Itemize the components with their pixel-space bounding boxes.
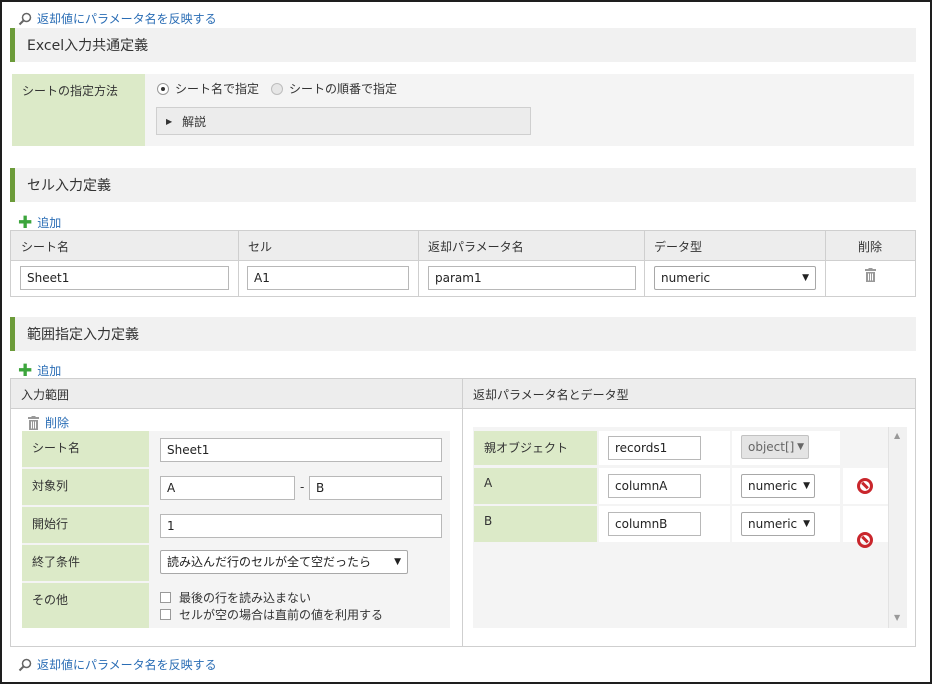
remove-param-a-icon[interactable] <box>857 478 873 494</box>
other-label: その他 <box>22 583 149 628</box>
radio-sheet-order-label: シートの順番で指定 <box>289 82 398 96</box>
radio-sheet-order[interactable] <box>271 82 284 95</box>
range-add-link[interactable]: ✚ 追加 <box>18 362 61 379</box>
col-separator: - <box>300 480 305 494</box>
return-param-header: 返却パラメータ名とデータ型 <box>473 388 629 402</box>
param-type-value: object[] <box>748 440 795 454</box>
plus-icon: ✚ <box>18 360 33 381</box>
end-cond-label: 終了条件 <box>22 545 149 581</box>
cell-sheet-input[interactable]: Sheet1 <box>20 266 229 290</box>
explanation-toggle[interactable]: ▶ 解説 <box>156 107 531 135</box>
delete-label: 削除 <box>45 416 70 430</box>
param-type-value: numeric <box>748 479 798 493</box>
param-b-name-input[interactable]: columnB <box>608 512 701 536</box>
reflect-link-label: 返却値にパラメータ名を反映する <box>37 658 217 672</box>
param-type-value: numeric <box>748 517 798 531</box>
option-label: 最後の行を読み込まない <box>179 591 312 605</box>
target-col-label: 対象列 <box>22 469 149 505</box>
section-header-cell-input: セル入力定義 <box>10 168 916 202</box>
input-range-header: 入力範囲 <box>21 388 70 402</box>
col-header-sheet: シート名 <box>21 240 70 254</box>
range-sheet-input[interactable]: Sheet1 <box>160 438 442 462</box>
start-row-label: 開始行 <box>22 507 149 543</box>
cell-type-select[interactable]: numeric ▼ <box>654 266 816 290</box>
section-header-range-input: 範囲指定入力定義 <box>10 317 916 351</box>
range-delete-link[interactable]: 削除 <box>27 414 69 431</box>
chevron-down-icon: ▼ <box>803 481 810 491</box>
param-parent-type-select: object[] ▼ <box>741 435 809 459</box>
param-parent-label: 親オブジェクト <box>474 431 597 465</box>
option-label: セルが空の場合は直前の値を利用する <box>179 608 384 622</box>
cell-add-link[interactable]: ✚ 追加 <box>18 214 61 231</box>
sheet-spec-label: シートの指定方法 <box>12 74 145 146</box>
col-header-param: 返却パラメータ名 <box>428 240 524 254</box>
scroll-down-icon[interactable]: ▼ <box>894 613 900 622</box>
col-header-delete: 削除 <box>858 240 883 254</box>
scrollbar[interactable]: ▲ ▼ <box>888 427 907 628</box>
chevron-down-icon: ▼ <box>802 273 809 283</box>
radio-sheet-name-label: シート名で指定 <box>175 82 260 96</box>
remove-param-b-icon[interactable] <box>857 532 873 548</box>
chevron-down-icon: ▼ <box>394 557 401 567</box>
scroll-up-icon[interactable]: ▲ <box>894 431 900 440</box>
param-b-label: B <box>474 506 597 542</box>
cell-param-input[interactable]: param1 <box>428 266 636 290</box>
col-header-cell: セル <box>248 240 273 254</box>
cell-type-value: numeric <box>661 271 711 285</box>
param-a-name-input[interactable]: columnA <box>608 474 701 498</box>
reflect-link-label: 返却値にパラメータ名を反映する <box>37 12 217 26</box>
section-header-excel-common: Excel入力共通定義 <box>10 28 916 62</box>
cell-table: シート名 セル 返却パラメータ名 データ型 削除 Sheet1 A1 param… <box>10 230 916 297</box>
add-label: 追加 <box>37 364 62 378</box>
trash-icon <box>28 415 39 430</box>
checkbox-skip-last-row[interactable] <box>160 592 171 603</box>
chevron-down-icon: ▼ <box>803 519 810 529</box>
checkbox-use-previous-value[interactable] <box>160 609 171 620</box>
col-to-input[interactable]: B <box>309 476 442 500</box>
param-a-type-select[interactable]: numeric ▼ <box>741 474 815 498</box>
add-label: 追加 <box>37 216 62 230</box>
option-skip-last-row[interactable]: 最後の行を読み込まない <box>160 589 311 606</box>
section-title: Excel入力共通定義 <box>27 38 149 54</box>
reflect-param-link-top[interactable]: 返却値にパラメータ名を反映する <box>18 10 217 27</box>
range-table-header <box>11 379 915 409</box>
chevron-down-icon: ▼ <box>797 442 804 452</box>
cell-address-input[interactable]: A1 <box>247 266 409 290</box>
search-icon <box>18 658 32 671</box>
param-a-label: A <box>474 468 597 504</box>
param-b-type-select[interactable]: numeric ▼ <box>741 512 815 536</box>
section-title: 範囲指定入力定義 <box>27 327 139 343</box>
plus-icon: ✚ <box>18 212 33 233</box>
end-cond-select[interactable]: 読み込んだ行のセルが全て空だったら ▼ <box>160 550 408 574</box>
radio-sheet-name[interactable] <box>157 82 169 95</box>
col-header-type: データ型 <box>654 240 703 254</box>
option-use-previous-value[interactable]: セルが空の場合は直前の値を利用する <box>160 606 383 623</box>
start-row-input[interactable]: 1 <box>160 514 442 538</box>
section-title: セル入力定義 <box>27 178 111 194</box>
caret-right-icon: ▶ <box>166 116 173 126</box>
param-parent-name-input[interactable]: records1 <box>608 436 701 460</box>
sheet-spec-radio-group: シート名で指定 シートの順番で指定 <box>157 80 397 97</box>
trash-icon[interactable] <box>864 268 877 282</box>
explanation-label: 解説 <box>182 114 207 129</box>
end-cond-value: 読み込んだ行のセルが全て空だったら <box>167 555 372 569</box>
reflect-param-link-bottom[interactable]: 返却値にパラメータ名を反映する <box>18 656 217 673</box>
sheet-name-label: シート名 <box>22 431 149 467</box>
search-icon <box>18 12 32 25</box>
col-from-input[interactable]: A <box>160 476 295 500</box>
